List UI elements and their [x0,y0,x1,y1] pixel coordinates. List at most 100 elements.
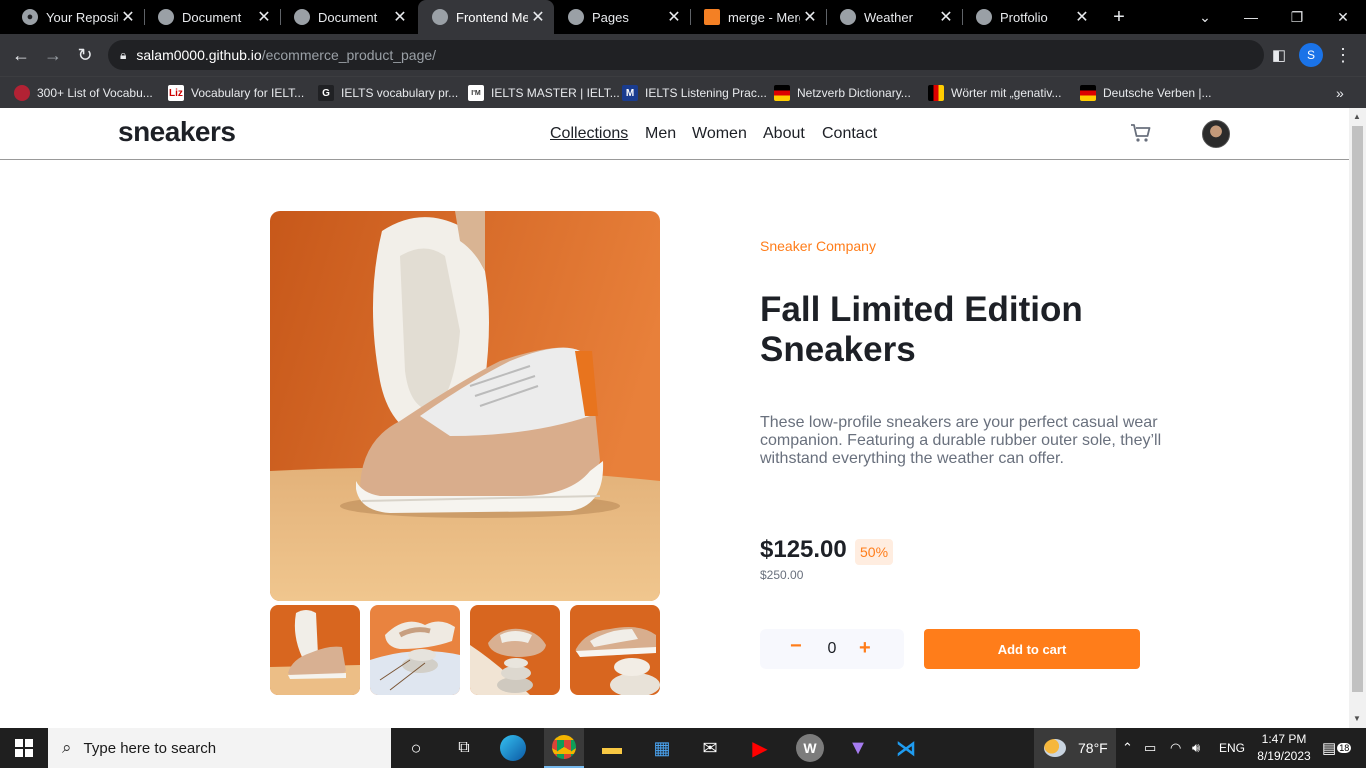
tab-1[interactable]: ● Your Reposito ✕ [8,0,144,34]
nav-collections[interactable]: Collections [550,125,628,143]
close-icon[interactable]: ✕ [664,7,684,27]
stackoverflow-icon [704,9,720,25]
site-logo[interactable]: sneakers [118,116,236,148]
windows-start-icon[interactable] [0,728,48,768]
product-title: Fall Limited Edition Sneakers [760,290,1083,369]
tab-6[interactable]: merge - Merg ✕ [690,0,826,34]
tab-3[interactable]: Document ✕ [280,0,416,34]
tab-title: Protfolio [1000,9,1048,25]
close-icon[interactable]: ✕ [528,7,548,27]
vpn-icon[interactable]: ▼ [844,734,872,762]
more-bookmarks-icon[interactable]: » [1336,83,1344,103]
bookmark-1[interactable]: 300+ List of Vocabu... [14,83,153,103]
minimize-button[interactable]: — [1228,0,1274,34]
lock-icon: 🔒︎ [120,47,127,62]
tab-4-active[interactable]: Frontend Men ✕ [418,0,554,34]
nav-contact[interactable]: Contact [822,125,877,143]
tab-2[interactable]: Document ✕ [144,0,280,34]
microsoft-store-icon[interactable]: ▦ [648,734,676,762]
bookmark-7[interactable]: Wörter mit „genativ... [928,83,1061,103]
globe-icon [976,9,992,25]
close-window-button[interactable]: ✕ [1320,0,1366,34]
german-flag-icon [1080,85,1096,101]
user-avatar[interactable] [1202,120,1230,148]
bookmark-label: Vocabulary for IELT... [191,86,305,100]
liz-icon: Liz [168,85,184,101]
file-explorer-icon[interactable]: ▬ [598,734,626,762]
nav-women[interactable]: Women [692,125,747,143]
bookmark-8[interactable]: Deutsche Verben |... [1080,83,1212,103]
vscode-icon[interactable]: ⋊ [892,734,920,762]
language-indicator[interactable]: ENG [1219,728,1245,768]
im-icon: I'M [468,85,484,101]
page-scrollbar[interactable]: ▲ ▼ [1349,108,1366,728]
bookmark-6[interactable]: Netzverb Dictionary... [774,83,911,103]
tab-title: Frontend Men [456,9,528,25]
tab-5[interactable]: Pages ✕ [554,0,690,34]
url-host: salam0000.github.io [136,47,262,63]
wifi-icon[interactable]: ◠ [1170,728,1181,768]
scroll-down-icon[interactable]: ▼ [1353,714,1361,723]
plus-icon[interactable]: + [859,637,871,660]
wamp-icon[interactable]: W [796,734,824,762]
notification-center-icon[interactable]: ▤ 18 [1322,728,1352,768]
show-hidden-icons[interactable]: ⌃ [1122,728,1133,768]
tab-title: Document [182,9,242,25]
bookmark-3[interactable]: G IELTS vocabulary pr... [318,83,458,103]
task-view-icon[interactable]: ⧉ [450,734,478,762]
thumbnail-1[interactable] [270,605,360,695]
scroll-up-icon[interactable]: ▲ [1353,112,1361,121]
cortana-icon[interactable]: ○ [402,734,430,762]
close-icon[interactable]: ✕ [390,7,410,27]
close-icon[interactable]: ✕ [1072,7,1092,27]
bookmark-5[interactable]: M IELTS Listening Prac... [622,83,767,103]
chrome-icon[interactable] [544,728,584,768]
tab-8[interactable]: Protfolio ✕ [962,0,1098,34]
current-price: $125.00 [760,536,847,563]
clock[interactable]: 1:47 PM 8/19/2023 [1256,731,1312,765]
restore-button[interactable]: ❐ [1274,0,1320,34]
bookmarks-bar: 300+ List of Vocabu... Liz Vocabulary fo… [0,76,1366,108]
cart-icon[interactable] [1130,123,1152,143]
original-price: $250.00 [760,568,804,582]
bookmark-label: Deutsche Verben |... [1103,86,1212,100]
thumbnail-2[interactable] [370,605,460,695]
bookmark-4[interactable]: I'M IELTS MASTER | IELT... [468,83,620,103]
bookmark-2[interactable]: Liz Vocabulary for IELT... [168,83,304,103]
tab-7[interactable]: Weather ✕ [826,0,962,34]
product-main-image[interactable] [270,211,660,601]
github-icon [568,9,584,25]
scrollbar-thumb[interactable] [1352,126,1363,692]
taskbar-search-input[interactable]: ⌕ Type here to search [48,728,391,768]
us-flag-icon [14,85,30,101]
back-icon[interactable]: ← [8,42,34,68]
battery-icon[interactable]: ▭ [1144,728,1156,768]
reload-icon[interactable]: ↻ [72,42,98,68]
address-bar[interactable]: 🔒︎ salam0000.github.io/ecommerce_product… [108,40,1264,70]
thumbnail-4[interactable] [570,605,660,695]
nav-men[interactable]: Men [645,125,676,143]
github-icon: ● [22,9,38,25]
edge-icon[interactable] [500,735,526,761]
thumbnail-3[interactable] [470,605,560,695]
company-name: Sneaker Company [760,238,876,254]
close-icon[interactable]: ✕ [936,7,956,27]
german-flag-icon [774,85,790,101]
new-tab-button[interactable]: + [1100,0,1138,34]
add-to-cart-button[interactable]: Add to cart [924,629,1140,669]
bookmark-label: Netzverb Dictionary... [797,86,911,100]
close-icon[interactable]: ✕ [254,7,274,27]
weather-widget[interactable]: 78°F [1034,728,1116,768]
mail-icon[interactable]: ✉ [696,734,724,762]
nav-about[interactable]: About [763,125,805,143]
close-icon[interactable]: ✕ [118,7,138,27]
profile-avatar[interactable]: S [1299,43,1323,67]
forward-icon[interactable]: → [40,42,66,68]
volume-icon[interactable]: 🔊︎ [1192,728,1200,768]
menu-icon[interactable]: ⋮ [1330,42,1356,68]
youtube-icon[interactable]: ▶ [746,734,774,762]
close-icon[interactable]: ✕ [800,7,820,27]
tab-search-icon[interactable]: ⌄ [1182,0,1228,34]
side-panel-icon[interactable]: ◧ [1266,42,1292,68]
g-icon: G [318,85,334,101]
